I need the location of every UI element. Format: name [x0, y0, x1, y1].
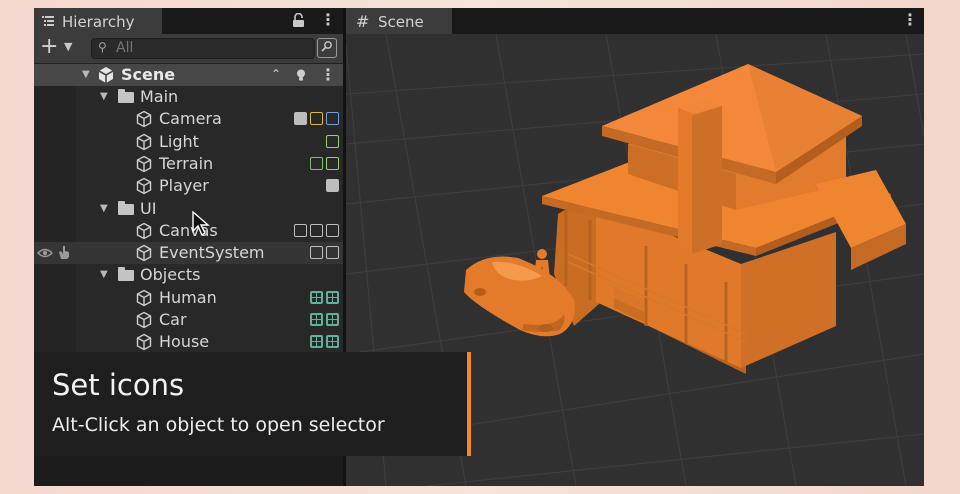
cube-icon [136, 334, 152, 351]
rect-transform-icon[interactable] [294, 223, 307, 237]
collapse-all-icon[interactable]: ⌃ [271, 67, 281, 81]
script-icon[interactable] [294, 112, 307, 126]
hierarchy-object-row[interactable]: Car [34, 309, 343, 331]
search-icon: ⚲ [98, 40, 107, 54]
input-module-icon[interactable] [326, 246, 339, 260]
mesh-icon[interactable] [310, 313, 323, 326]
hierarchy-item-label: Main [140, 87, 179, 106]
hierarchy-object-row[interactable]: Player [34, 175, 343, 197]
hierarchy-object-row[interactable]: Terrain [34, 153, 343, 175]
cube-icon [136, 155, 152, 173]
cube-icon [136, 177, 152, 195]
scene-grid-icon: # [356, 12, 370, 31]
cube-icon [136, 222, 152, 240]
mesh-icon[interactable] [310, 290, 323, 304]
magnify-icon [321, 41, 332, 52]
hierarchy-toolbar: + ▼ ⚲ [34, 34, 343, 64]
audio-listener-icon[interactable] [310, 112, 323, 126]
cube-icon [136, 111, 152, 128]
tutorial-caption: Set icons Alt-Click an object to open se… [34, 352, 471, 456]
event-system-icon[interactable] [310, 246, 323, 260]
folder-collapse-arrow[interactable]: ▼ [100, 203, 108, 214]
grid-icon[interactable] [326, 290, 339, 304]
add-object-button[interactable]: + [40, 34, 58, 59]
caption-subtitle: Alt-Click an object to open selector [52, 414, 385, 436]
hierarchy-object-row[interactable]: Human [34, 287, 343, 309]
hierarchy-item-label: Player [159, 176, 209, 196]
visibility-eye-icon[interactable] [37, 247, 53, 259]
hierarchy-item-label: Camera [159, 109, 222, 129]
terrain-icon[interactable] [310, 156, 323, 170]
scene-visibility-button[interactable] [317, 38, 337, 58]
folder-collapse-arrow[interactable]: ▼ [100, 91, 108, 102]
caption-title: Set icons [52, 368, 185, 402]
unity-editor-window: Hierarchy ⋮ + ▼ ⚲ ▼ [34, 8, 924, 486]
script-icon[interactable] [326, 179, 339, 193]
folder-collapse-arrow[interactable]: ▼ [100, 269, 108, 280]
hierarchy-folder-row[interactable]: ▼ Objects [34, 264, 343, 286]
add-dropdown-icon[interactable]: ▼ [64, 40, 72, 53]
lock-icon[interactable] [292, 13, 305, 28]
folder-icon [118, 267, 134, 282]
hierarchy-item-label: Human [159, 287, 217, 307]
hierarchy-folder-row[interactable]: ▼ Main [34, 86, 343, 108]
grid-icon[interactable] [326, 313, 339, 326]
cube-icon [136, 311, 152, 329]
hierarchy-object-row[interactable]: Canvas [34, 220, 343, 242]
hierarchy-item-label: House [159, 332, 210, 352]
hierarchy-more-icon[interactable]: ⋮ [320, 10, 336, 29]
hierarchy-object-row[interactable]: Camera [34, 108, 343, 130]
hierarchy-search[interactable]: ⚲ [91, 38, 315, 59]
light-icon[interactable] [326, 134, 339, 148]
scene-tab[interactable]: # Scene [346, 8, 452, 34]
terrain-collider-icon[interactable] [326, 156, 339, 170]
camera-icon[interactable] [326, 112, 339, 126]
pickable-hand-icon[interactable] [57, 245, 71, 260]
hierarchy-object-row[interactable]: EventSystem [34, 242, 343, 265]
mesh-icon[interactable] [310, 335, 323, 349]
canvas-scaler-icon[interactable] [326, 223, 339, 237]
hierarchy-tab[interactable]: Hierarchy [34, 8, 162, 34]
search-input[interactable] [116, 40, 306, 56]
hierarchy-item-label: EventSystem [159, 243, 265, 263]
scene-light-icon[interactable] [296, 69, 306, 81]
scene-tab-label: Scene [378, 13, 424, 31]
list-icon [42, 16, 54, 26]
scene-name: Scene [121, 65, 176, 84]
scene-row[interactable]: ▼ Scene ⌃ ⋮ [34, 64, 343, 86]
scene-view-more-icon[interactable]: ⋮ [902, 10, 918, 29]
scene-more-icon[interactable]: ⋮ [320, 65, 336, 84]
mouse-pointer-icon [192, 211, 210, 237]
hierarchy-item-label: UI [140, 198, 157, 218]
scene-collapse-arrow[interactable]: ▼ [82, 69, 90, 80]
folder-icon [118, 200, 134, 215]
hierarchy-item-label: Terrain [159, 153, 214, 173]
cube-icon [136, 244, 152, 262]
hierarchy-tab-bar: Hierarchy ⋮ [34, 8, 343, 34]
hierarchy-item-label: Light [159, 131, 199, 151]
hierarchy-object-row[interactable]: Light [34, 131, 343, 153]
cube-icon [136, 133, 152, 150]
unity-scene-icon [98, 67, 114, 83]
grid-icon[interactable] [326, 335, 339, 349]
scene-tab-bar: # Scene ⋮ [346, 8, 924, 34]
caption-accent-bar [467, 352, 471, 456]
hierarchy-object-row[interactable]: House [34, 331, 343, 353]
canvas-icon[interactable] [310, 223, 323, 237]
hierarchy-item-label: Objects [140, 265, 201, 285]
hierarchy-folder-row[interactable]: ▼ UI [34, 198, 343, 220]
hierarchy-item-label: Car [159, 310, 187, 329]
folder-icon [118, 89, 134, 103]
hierarchy-tab-label: Hierarchy [62, 13, 135, 31]
cube-icon [136, 289, 152, 306]
